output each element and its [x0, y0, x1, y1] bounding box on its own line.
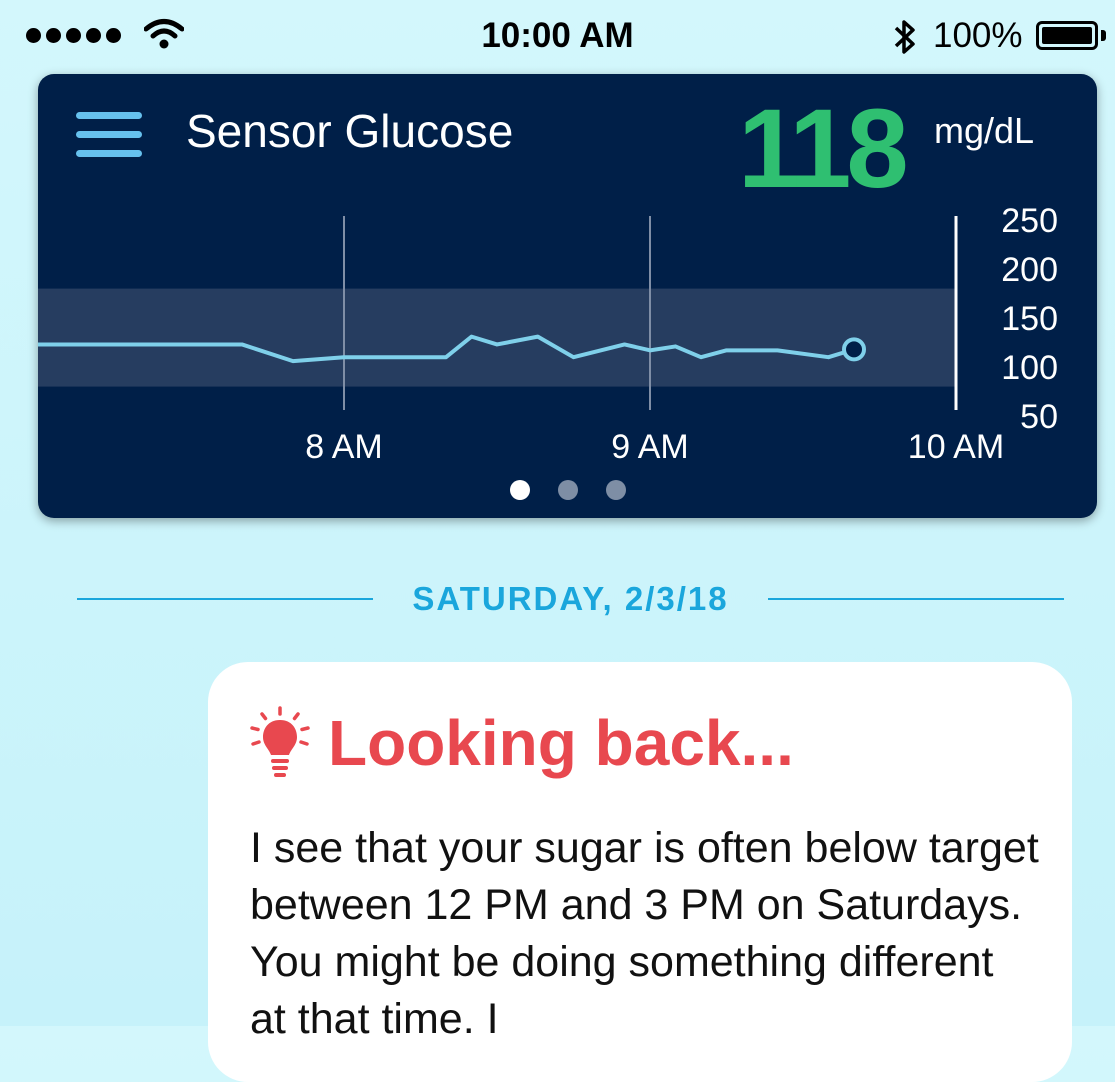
- page-indicator[interactable]: [38, 480, 1097, 500]
- lightbulb-icon: [250, 706, 310, 777]
- page-dot[interactable]: [509, 480, 530, 500]
- page-dot[interactable]: [605, 480, 626, 500]
- battery-icon: [1036, 21, 1098, 50]
- status-bar: 10:00 AM 100%: [0, 0, 1115, 76]
- insight-title: Looking back...: [328, 707, 794, 779]
- page-dot[interactable]: [557, 480, 578, 500]
- battery-tip: [1101, 30, 1106, 41]
- battery-percentage: 100%: [933, 16, 1023, 55]
- date-divider: SATURDAY, 2/3/18: [77, 578, 1064, 620]
- sensor-glucose-card[interactable]: Sensor Glucose 118 mg/dL 8 AM 9 AM 10 AM 25…: [38, 74, 1097, 518]
- y-tick-label: 200: [1001, 251, 1058, 289]
- y-tick-label: 250: [1001, 202, 1058, 240]
- glucose-chart[interactable]: 8 AM 9 AM 10 AM 250 200 150 100 50: [38, 74, 1097, 518]
- x-tick-label: 8 AM: [305, 428, 382, 466]
- x-tick-label: 9 AM: [611, 428, 688, 466]
- divider-line-right: [768, 598, 1064, 600]
- x-tick-label: 10 AM: [908, 428, 1004, 466]
- y-tick-label: 150: [1001, 300, 1058, 338]
- y-tick-label: 100: [1001, 349, 1058, 387]
- current-reading-point: [842, 337, 866, 362]
- y-tick-label: 50: [1020, 398, 1058, 436]
- target-range-band: [38, 288, 956, 387]
- insight-body: I see that your sugar is often below tar…: [250, 824, 1039, 1043]
- bluetooth-icon: [894, 20, 915, 54]
- insight-card[interactable]: Looking back... I see that your sugar is…: [208, 662, 1072, 1082]
